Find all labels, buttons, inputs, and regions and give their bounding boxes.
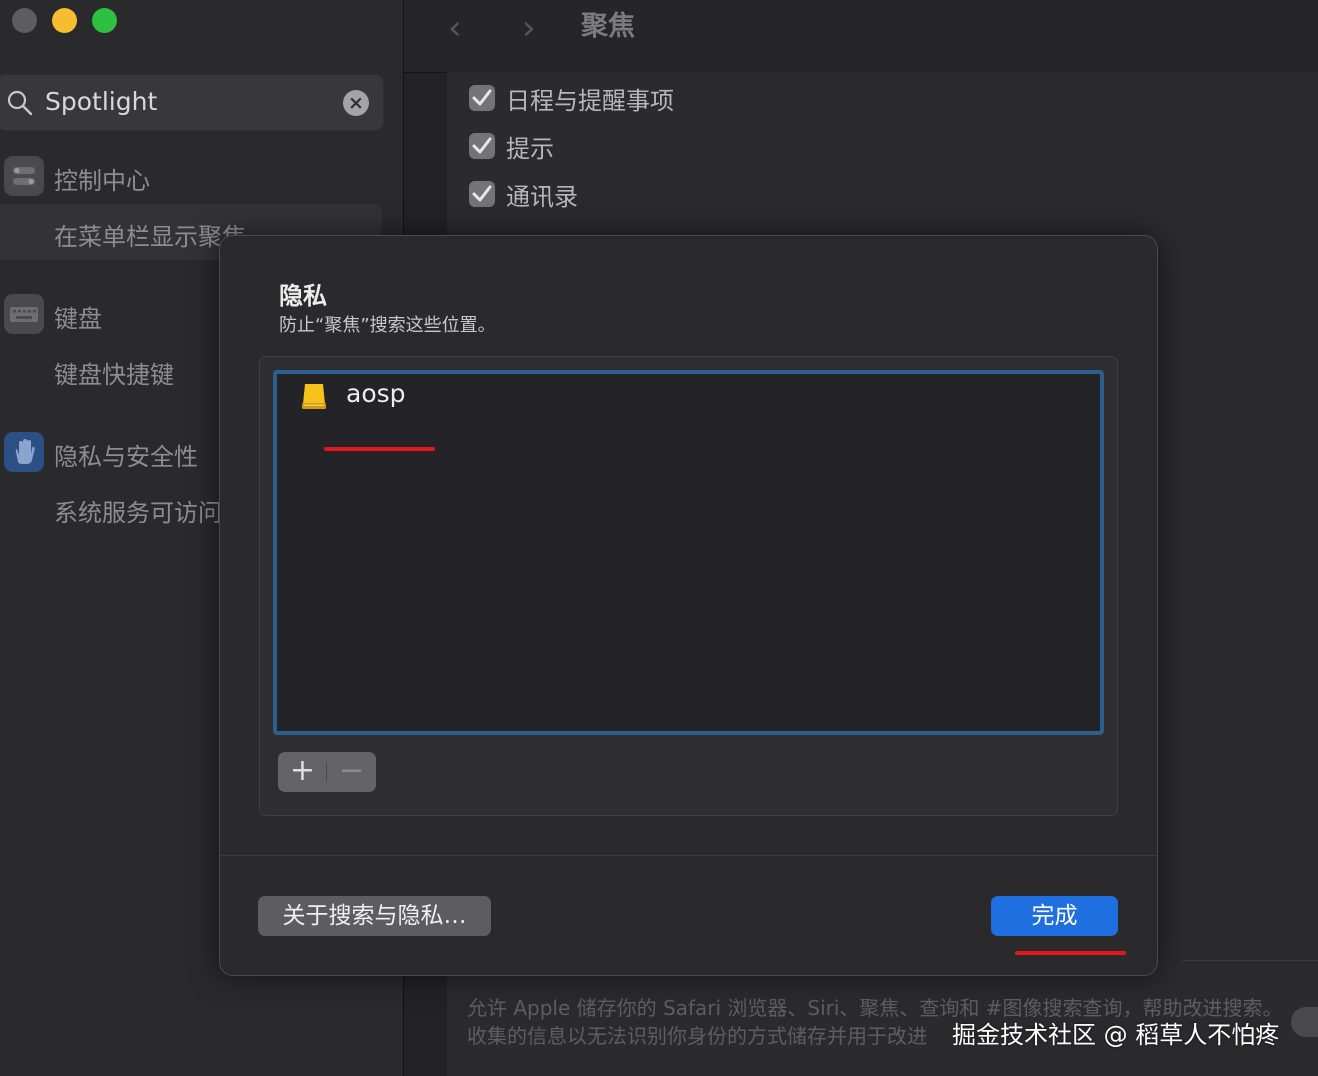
- add-location-button[interactable]: +: [278, 752, 327, 792]
- add-remove-control: + −: [278, 752, 376, 792]
- annotation-underline: [324, 447, 435, 451]
- dialog-title: 隐私: [279, 282, 327, 310]
- sidebar-search[interactable]: Spotlight ×: [0, 74, 384, 131]
- dialog-divider: [220, 855, 1157, 856]
- page-title: 聚焦: [581, 11, 635, 42]
- checkbox-label-tips: 提示: [506, 135, 554, 163]
- toolbar: ‹ › 聚焦: [404, 0, 1318, 73]
- watermark: 掘金技术社区 @ 稻草人不怕疼: [952, 1021, 1280, 1049]
- excluded-locations-box: aosp + −: [259, 356, 1118, 816]
- window-close-button[interactable]: [12, 8, 37, 33]
- search-improvement-description-line2: 收集的信息以无法识别你身份的方式储存并用于改进: [467, 1024, 927, 1048]
- annotation-underline: [1015, 951, 1126, 955]
- forward-chevron-icon[interactable]: ›: [522, 8, 536, 48]
- checkbox-label-calendar: 日程与提醒事项: [506, 87, 674, 115]
- remove-location-button[interactable]: −: [327, 752, 376, 792]
- back-chevron-icon[interactable]: ‹: [448, 8, 462, 48]
- sidebar-item-keyboard-shortcuts[interactable]: 键盘快捷键: [54, 355, 174, 390]
- divider: [1182, 960, 1318, 961]
- control-center-icon: [4, 156, 44, 196]
- sidebar-item-show-spotlight-in-menubar[interactable]: 在菜单栏显示聚焦: [54, 217, 246, 252]
- sidebar-item-control-center[interactable]: 控制中心: [54, 161, 150, 196]
- checkbox-label-contacts: 通讯录: [506, 183, 578, 211]
- sidebar-item-system-services[interactable]: 系统服务可访问: [54, 493, 222, 528]
- sidebar-item-keyboard[interactable]: 键盘: [54, 299, 102, 334]
- window-zoom-button[interactable]: [92, 8, 117, 33]
- dialog-subtitle: 防止“聚焦”搜索这些位置。: [279, 315, 496, 336]
- search-input[interactable]: Spotlight: [45, 87, 157, 116]
- list-item[interactable]: aosp: [346, 379, 406, 408]
- done-button[interactable]: 完成: [991, 896, 1118, 936]
- checkbox-contacts[interactable]: [469, 181, 495, 207]
- about-search-privacy-button[interactable]: 关于搜索与隐私…: [258, 896, 491, 936]
- excluded-locations-list[interactable]: aosp: [273, 370, 1104, 735]
- search-icon: [7, 90, 33, 120]
- window-minimize-button[interactable]: [52, 8, 77, 33]
- checkbox-tips[interactable]: [469, 133, 495, 159]
- drive-icon: [299, 382, 329, 416]
- hand-icon: [4, 432, 44, 472]
- toggle-switch[interactable]: [1291, 1007, 1318, 1037]
- checkbox-calendar[interactable]: [469, 85, 495, 111]
- keyboard-icon: [4, 294, 44, 334]
- sidebar-item-privacy-security[interactable]: 隐私与安全性: [54, 437, 198, 472]
- privacy-sheet: 隐私 防止“聚焦”搜索这些位置。 aosp + − 关于搜索与隐私… 完成: [219, 235, 1158, 976]
- clear-search-icon[interactable]: ×: [343, 90, 369, 116]
